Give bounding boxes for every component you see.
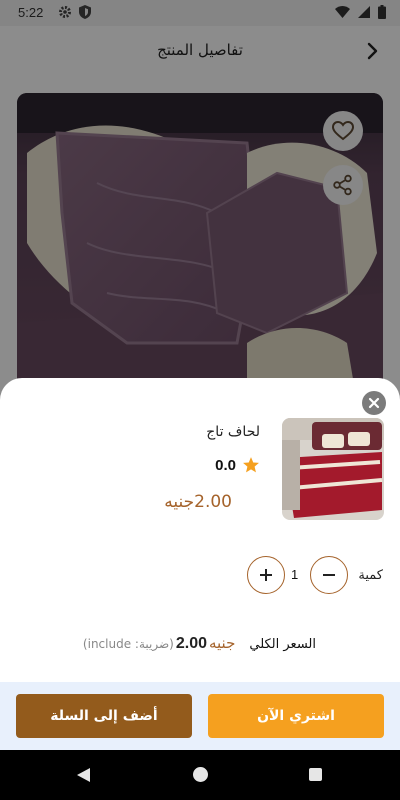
star-icon (243, 457, 259, 473)
total-amount: 2.00 (175, 635, 207, 652)
total-price-row: السعر الكلي جنيه 2.00 (ضريبة: include) (83, 634, 316, 653)
nav-home-icon[interactable] (193, 767, 208, 782)
nav-back-icon[interactable] (76, 767, 92, 783)
add-to-cart-button[interactable]: أضف إلى السلة (16, 694, 192, 738)
total-price-label: السعر الكلي (249, 637, 316, 652)
product-rating: 0.0 (215, 456, 260, 474)
buy-now-button[interactable]: اشتري الآن (208, 694, 384, 738)
nav-recents-icon[interactable] (309, 768, 322, 781)
product-thumbnail-image (282, 418, 384, 520)
product-name: لحاف تاج (206, 424, 260, 440)
minus-icon (323, 574, 335, 576)
unit-price: 2.00جنيه (164, 492, 232, 512)
rating-value: 0.0 (215, 456, 236, 474)
quantity-value: 1 (291, 567, 299, 582)
close-button[interactable] (362, 391, 386, 415)
product-thumbnail (282, 418, 384, 520)
close-icon (368, 397, 380, 409)
system-navigation-bar (0, 750, 400, 800)
increase-quantity-button[interactable] (247, 556, 285, 594)
total-currency: جنيه (208, 634, 236, 652)
plus-icon (260, 569, 272, 581)
total-tax-note: (ضريبة: include) (82, 637, 174, 651)
quantity-label: كمية (358, 568, 383, 583)
decrease-quantity-button[interactable] (310, 556, 348, 594)
action-bar: أضف إلى السلة اشتري الآن (0, 682, 400, 750)
add-to-cart-sheet: لحاف تاج 0.0 2.00جنيه كمية 1 السعر الكلي… (0, 378, 400, 750)
